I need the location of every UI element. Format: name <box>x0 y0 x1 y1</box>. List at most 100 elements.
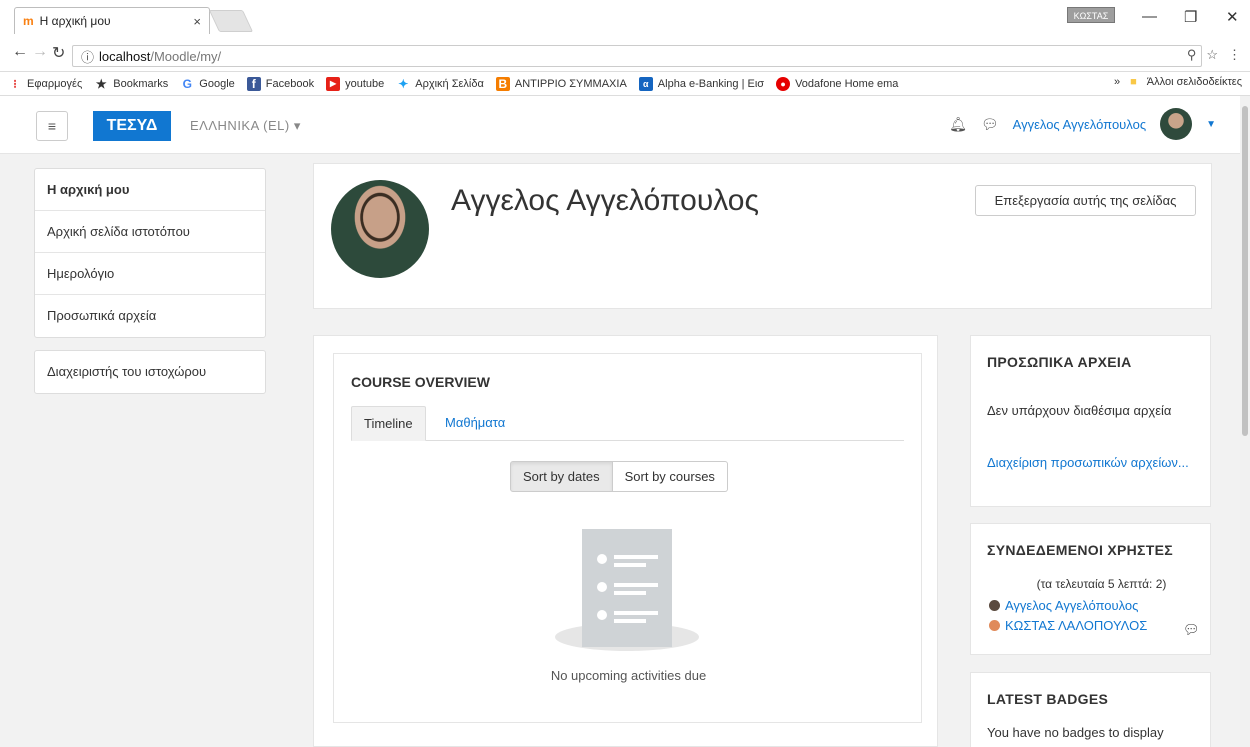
profile-avatar <box>331 180 429 278</box>
folder-icon: ■ <box>1130 76 1137 88</box>
bookmarks-overflow[interactable]: » <box>1114 76 1120 88</box>
block-title: ΣΥΝΔΕΔΕΜΕΝΟΙ ΧΡΗΣΤΕΣ <box>987 542 1173 558</box>
bookmark-youtube[interactable]: ▶ youtube <box>326 76 385 91</box>
online-count-text: (τα τελευταία 5 λεπτά: 2) <box>1036 577 1167 591</box>
overview-tabs: Timeline Μαθήματα <box>351 406 904 441</box>
edit-page-button[interactable]: Επεξεργασία αυτής της σελίδας <box>975 185 1196 216</box>
bookmark-vodafone[interactable]: ● Vodafone Home ema <box>776 76 899 91</box>
nav-drawer-main: Η αρχική μου Αρχική σελίδα ιστοτόπου Ημε… <box>34 168 266 338</box>
manage-files-link[interactable]: Διαχείριση προσωπικών αρχείων... <box>987 454 1197 472</box>
bookmark-star-icon[interactable]: ☆ <box>1206 47 1218 63</box>
notification-bell-icon[interactable]: 🔔︎ <box>949 116 967 133</box>
online-user-link[interactable]: ΚΩΣΤΑΣ ΛΑΛΟΠΟΥΛΟΣ <box>989 618 1147 633</box>
bookmark-label: youtube <box>345 77 385 90</box>
browser-tabstrip: m Η αρχική μου × ΚΩΣΤΑΣ — ❐ ✕ <box>0 0 1250 34</box>
menu-toggle-button[interactable]: ≡ <box>36 111 68 141</box>
online-user-name: ΚΩΣΤΑΣ ΛΑΛΟΠΟΥΛΟΣ <box>1005 618 1148 633</box>
bookmark-label: ΑΝΤΙΡΡΙΟ ΣΥΜΜΑΧΙΑ <box>514 77 627 90</box>
youtube-icon: ▶ <box>326 76 341 91</box>
minimize-icon[interactable]: — <box>1142 8 1157 25</box>
empty-activities-icon <box>555 529 699 651</box>
tab-courses[interactable]: Μαθήματα <box>433 406 517 441</box>
bookmark-alpha[interactable]: α Alpha e-Banking | Εισ <box>638 76 765 91</box>
apps-icon: ⁝ <box>13 76 17 91</box>
page-scrollbar[interactable] <box>1240 96 1250 747</box>
avatar[interactable] <box>1160 108 1193 140</box>
bookmarks-bar: ⁝ Εφαρμογές ★ Bookmarks G Google f Faceb… <box>0 72 1250 96</box>
bookmark-label: Vodafone Home ema <box>795 77 899 90</box>
browser-profile-badge[interactable]: ΚΩΣΤΑΣ <box>1067 7 1115 23</box>
user-avatar-icon <box>989 620 1000 631</box>
bookmark-blogger[interactable]: B ΑΝΤΙΡΡΙΟ ΣΥΜΜΑΧΙΑ <box>495 76 627 91</box>
page-title: Αγγελος Αγγελόπουλος <box>451 184 759 217</box>
sidebar-item-calendar[interactable]: Ημερολόγιο <box>35 253 265 295</box>
online-user-name: Αγγελος Αγγελόπουλος <box>1005 598 1139 613</box>
block-title: COURSE OVERVIEW <box>351 374 490 390</box>
bookmark-label: Facebook <box>265 77 315 90</box>
bookmark-label: Alpha e-Banking | Εισ <box>657 77 765 90</box>
no-files-text: Δεν υπάρχουν διαθέσιμα αρχεία <box>987 403 1172 418</box>
region-main: COURSE OVERVIEW Timeline Μαθήματα Sort b… <box>313 335 938 747</box>
online-users-block: ΣΥΝΔΕΔΕΜΕΝΟΙ ΧΡΗΣΤΕΣ (τα τελευταία 5 λεπ… <box>970 523 1211 655</box>
twitter-icon: ✦ <box>398 76 409 91</box>
bookmark-apps[interactable]: ⁝ Εφαρμογές <box>8 77 82 91</box>
info-icon[interactable]: ⓘ <box>81 47 94 66</box>
url-input[interactable]: ⓘ localhost /Moodle/my/ ⚲ ☆ ⋮ <box>72 45 1241 67</box>
maximize-icon[interactable]: ❐ <box>1184 8 1197 26</box>
messages-icon[interactable]: 💬︎ <box>981 116 999 133</box>
back-icon[interactable]: ← <box>12 43 28 61</box>
tab-timeline[interactable]: Timeline <box>351 406 426 441</box>
page-header: Αγγελος Αγγελόπουλος Επεξεργασία αυτής τ… <box>313 163 1212 309</box>
block-title: ΠΡΟΣΩΠΙΚΑ ΑΡΧΕΙΑ <box>987 354 1132 370</box>
sort-by-courses-button[interactable]: Sort by courses <box>612 461 728 492</box>
language-menu[interactable]: ΕΛΛΗΝΙΚΑ (EL) ▾ <box>190 118 301 134</box>
bookmark-google[interactable]: G Google <box>180 76 235 91</box>
browser-menu-icon[interactable]: ⋮ <box>1228 47 1241 63</box>
sidebar-item-site-admin[interactable]: Διαχειριστής του ιστοχώρου <box>35 351 265 393</box>
moodle-favicon-icon: m <box>23 14 34 28</box>
user-avatar-icon <box>989 600 1000 611</box>
empty-activities-text: No upcoming activities due <box>550 668 707 683</box>
block-title: LATEST BADGES <box>987 691 1109 707</box>
vodafone-icon: ● <box>776 76 791 91</box>
send-message-icon[interactable]: 💬︎ <box>1183 622 1200 638</box>
facebook-icon: f <box>246 76 261 91</box>
scrollbar-thumb[interactable] <box>1242 106 1248 436</box>
extension-icon[interactable]: ⚲ <box>1187 47 1197 63</box>
blogger-icon: B <box>495 76 510 91</box>
bookmark-label: Bookmarks <box>113 77 169 90</box>
forward-icon[interactable]: → <box>32 43 48 61</box>
bookmark-facebook[interactable]: f Facebook <box>246 76 315 91</box>
reload-icon[interactable]: ↻ <box>52 43 65 63</box>
bookmark-label: Αρχική Σελίδα <box>415 77 484 90</box>
sidebar-item-private-files[interactable]: Προσωπικά αρχεία <box>35 295 265 337</box>
nav-drawer-admin: Διαχειριστής του ιστοχώρου <box>34 350 266 394</box>
chevron-down-icon[interactable]: ▼ <box>1206 119 1216 130</box>
moodle-navbar: ≡ ΤΕΣΥΔ ΕΛΛΗΝΙΚΑ (EL) ▾ 🔔︎ 💬︎ Αγγελος Αγ… <box>0 96 1240 154</box>
course-overview-block: COURSE OVERVIEW Timeline Μαθήματα Sort b… <box>333 353 922 723</box>
online-user-link[interactable]: Αγγελος Αγγελόπουλος <box>989 598 1138 613</box>
url-path: /Moodle/my/ <box>150 48 222 64</box>
sort-button-group: Sort by dates Sort by courses <box>510 461 728 492</box>
site-brand[interactable]: ΤΕΣΥΔ <box>93 111 171 141</box>
no-badges-text: You have no badges to display <box>987 725 1164 740</box>
bookmark-label: Google <box>199 77 235 90</box>
bookmark-label: Εφαρμογές <box>27 77 83 90</box>
star-icon: ★ <box>95 76 107 91</box>
bookmark-home[interactable]: ✦ Αρχική Σελίδα <box>396 77 484 91</box>
latest-badges-block: LATEST BADGES You have no badges to disp… <box>970 672 1211 747</box>
bookmark-bookmarks[interactable]: ★ Bookmarks <box>94 77 168 91</box>
sidebar-item-site-home[interactable]: Αρχική σελίδα ιστοτόπου <box>35 211 265 253</box>
new-tab-button[interactable] <box>208 10 254 32</box>
tab-close-icon[interactable]: × <box>193 14 201 29</box>
url-host: localhost <box>99 48 151 64</box>
google-icon: G <box>182 76 192 91</box>
browser-tab[interactable]: m Η αρχική μου × <box>14 7 210 34</box>
sort-by-dates-button[interactable]: Sort by dates <box>510 461 613 492</box>
private-files-block: ΠΡΟΣΩΠΙΚΑ ΑΡΧΕΙΑ Δεν υπάρχουν διαθέσιμα … <box>970 335 1211 507</box>
user-menu-name[interactable]: Αγγελος Αγγελόπουλος <box>1013 117 1146 132</box>
other-bookmarks[interactable]: Άλλοι σελιδοδείκτες <box>1147 76 1242 88</box>
close-window-icon[interactable]: ✕ <box>1226 8 1239 26</box>
sidebar-item-dashboard[interactable]: Η αρχική μου <box>35 169 265 211</box>
bank-icon: α <box>638 76 653 91</box>
